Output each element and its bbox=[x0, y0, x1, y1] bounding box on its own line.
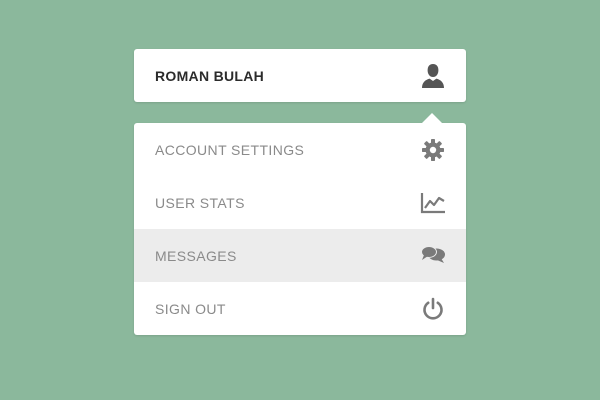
user-dropdown-menu: ACCOUNT SETTINGS USER STATS MESSAGES SIG… bbox=[134, 113, 466, 335]
menu-item-user-stats[interactable]: USER STATS bbox=[134, 176, 466, 229]
menu-item-label: ACCOUNT SETTINGS bbox=[155, 141, 305, 158]
power-icon bbox=[420, 296, 446, 322]
menu-item-sign-out[interactable]: SIGN OUT bbox=[134, 282, 466, 335]
menu-item-label: SIGN OUT bbox=[155, 300, 226, 317]
line-chart-icon bbox=[420, 190, 446, 216]
menu-item-label: USER STATS bbox=[155, 194, 245, 211]
gear-icon bbox=[420, 137, 446, 163]
chat-bubbles-icon bbox=[420, 243, 446, 269]
menu-item-account-settings[interactable]: ACCOUNT SETTINGS bbox=[134, 123, 466, 176]
menu-item-messages[interactable]: MESSAGES bbox=[134, 229, 466, 282]
user-name: ROMAN BULAH bbox=[155, 67, 265, 84]
menu-caret bbox=[422, 113, 442, 123]
user-menu-toggle[interactable]: ROMAN BULAH bbox=[134, 49, 466, 102]
user-icon bbox=[420, 62, 446, 90]
menu-item-label: MESSAGES bbox=[155, 247, 237, 264]
